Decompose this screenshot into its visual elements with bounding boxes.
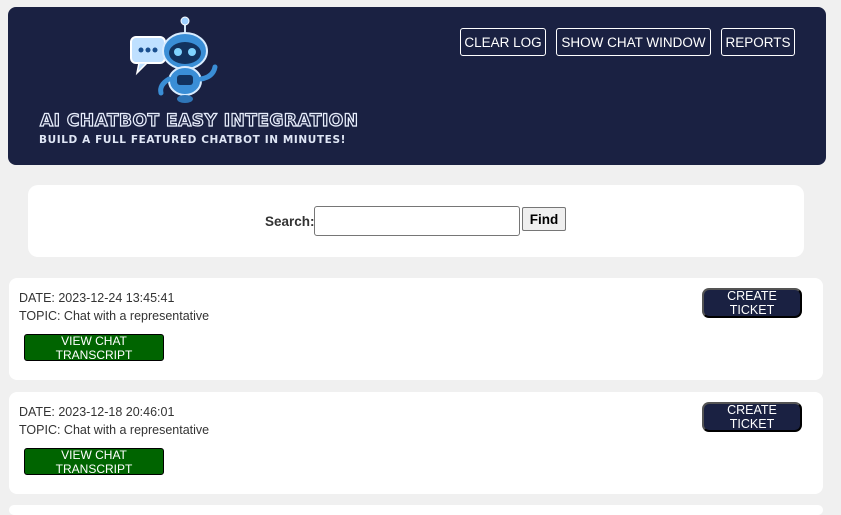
create-ticket-button[interactable]: CREATE TICKET [702,288,802,318]
entry-date: DATE: 2023-12-24 13:45:41 [19,291,175,305]
entry-topic: TOPIC: Chat with a representative [19,423,210,437]
log-entry-card: DATE: 2023-12-24 13:45:41 TOPIC: Chat wi… [9,278,823,380]
create-ticket-button[interactable]: CREATE TICKET [702,402,802,432]
search-input[interactable] [314,206,520,236]
view-chat-transcript-button[interactable]: VIEW CHAT TRANSCRIPT [24,334,164,362]
clear-log-button[interactable]: CLEAR LOG [460,28,546,56]
header-banner: AI CHATBOT EASY INTEGRATION BUILD A FULL… [8,7,826,165]
view-chat-transcript-button[interactable]: VIEW CHAT TRANSCRIPT [24,448,164,476]
search-label: Search: [265,214,315,229]
log-entry-card-partial [9,505,823,515]
logo: AI CHATBOT EASY INTEGRATION BUILD A FULL… [38,15,359,155]
search-panel: Search: Find [28,185,804,257]
entry-date: DATE: 2023-12-18 20:46:01 [19,405,175,419]
logo-subtitle: BUILD A FULL FEATURED CHATBOT IN MINUTES… [39,134,347,146]
log-entry-card: DATE: 2023-12-18 20:46:01 TOPIC: Chat wi… [9,392,823,494]
entry-topic: TOPIC: Chat with a representative [19,309,210,323]
find-button[interactable]: Find [522,207,566,231]
reports-button[interactable]: REPORTS [721,28,795,56]
show-chat-window-button[interactable]: SHOW CHAT WINDOW [556,28,711,56]
logo-title: AI CHATBOT EASY INTEGRATION [39,110,359,131]
robot-chatbot-logo-icon [130,16,218,103]
